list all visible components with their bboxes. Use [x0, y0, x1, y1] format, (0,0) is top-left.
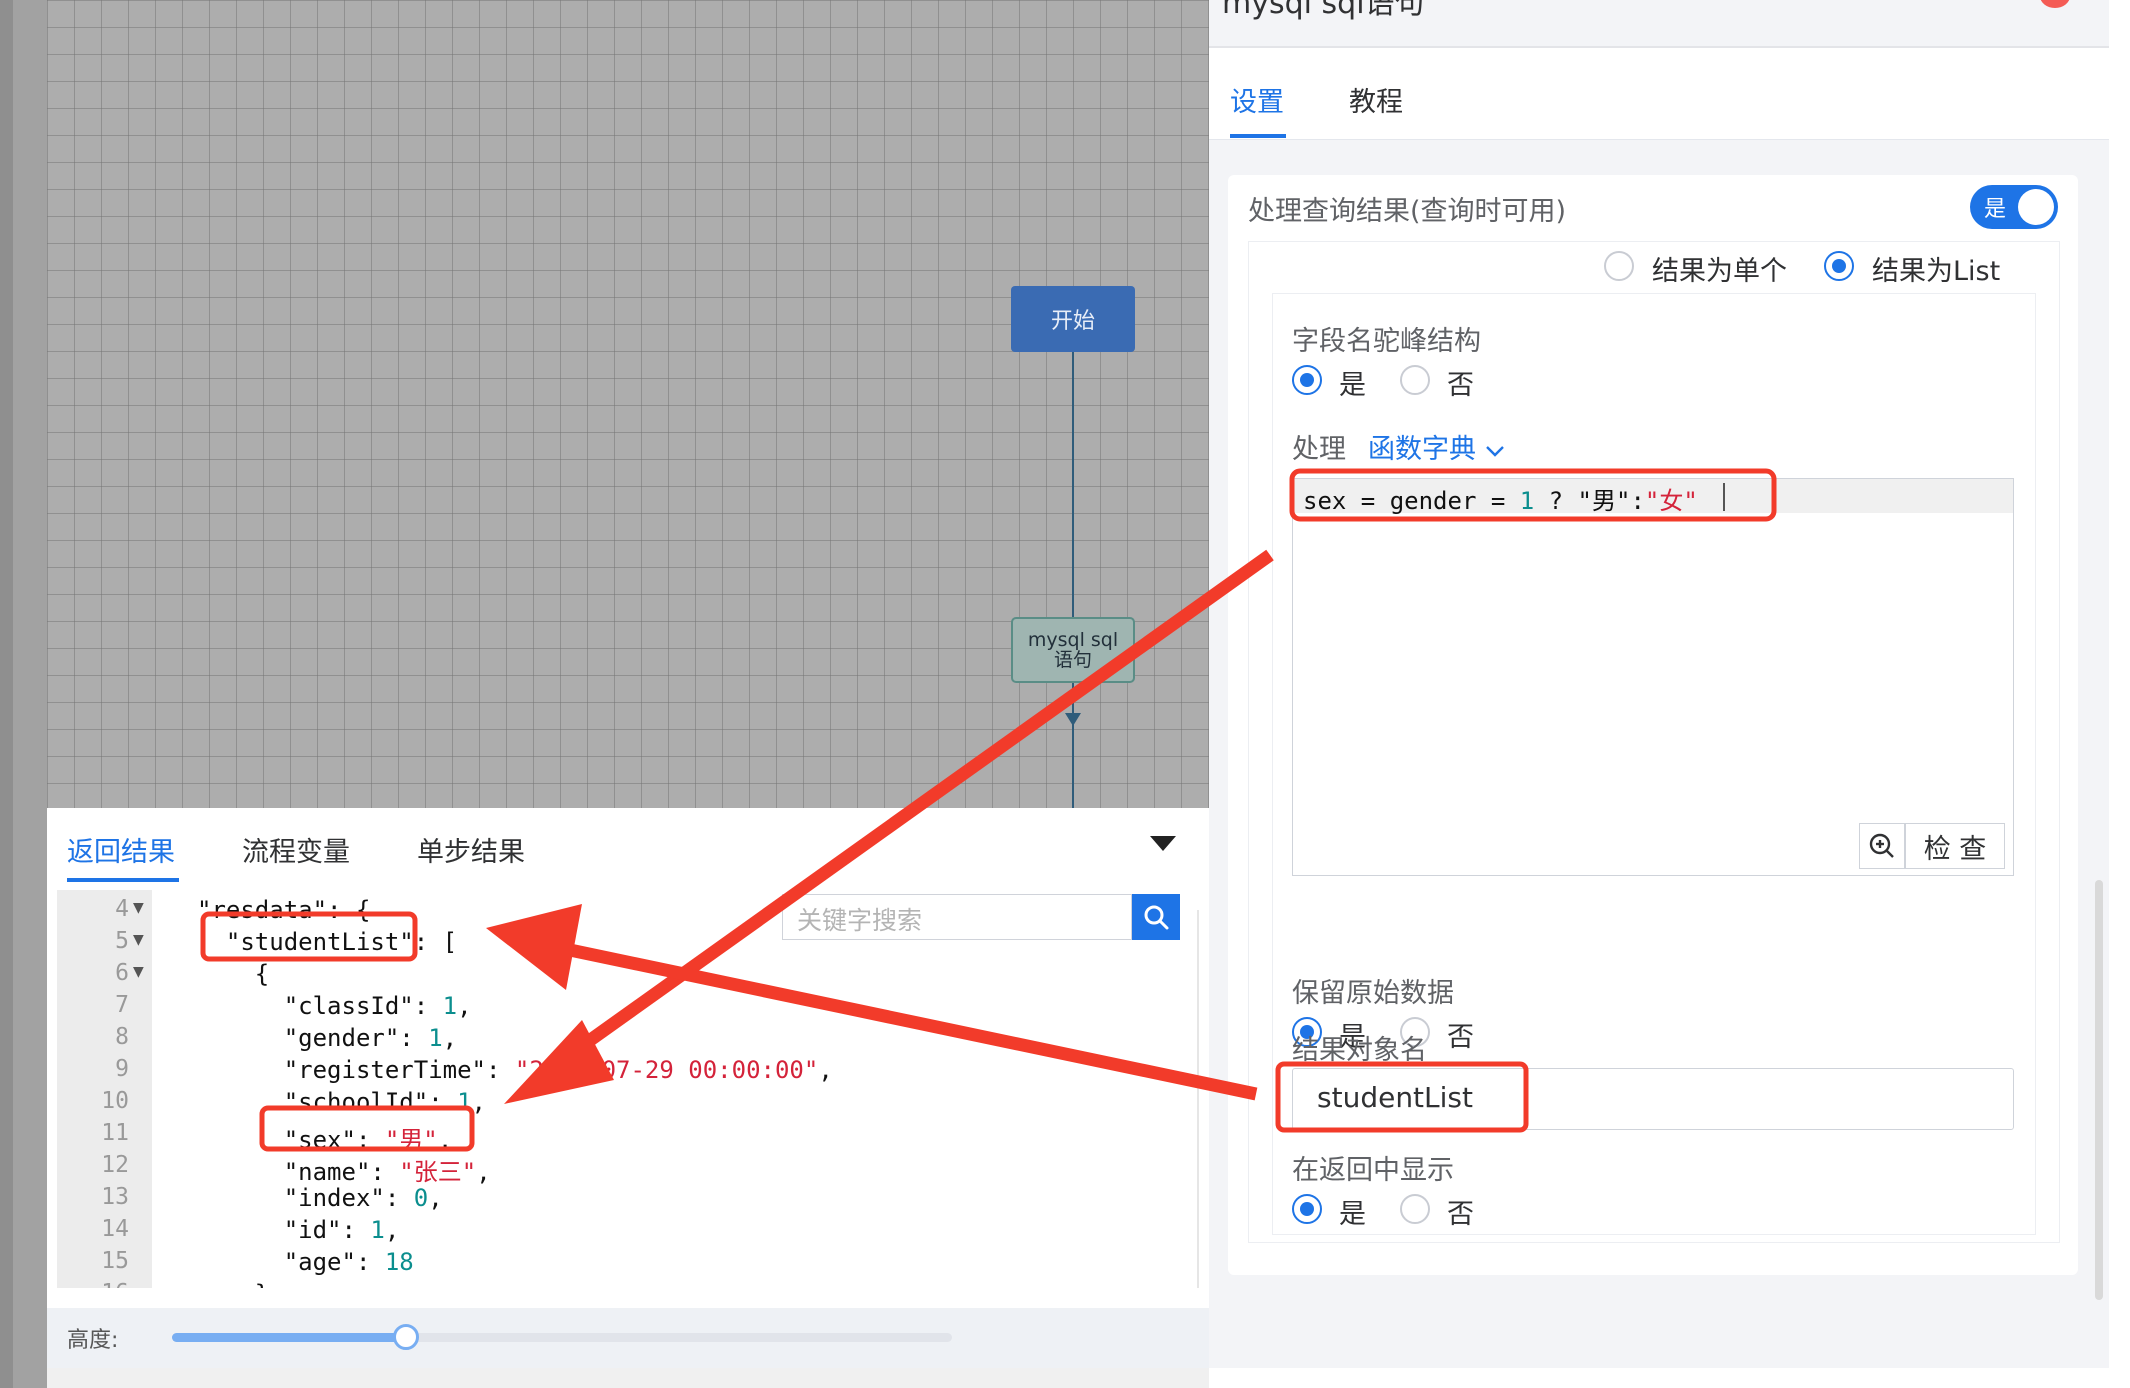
- code-line: "gender": 1,: [197, 1024, 458, 1052]
- code-line: }: [197, 1280, 269, 1288]
- text-cursor: [1723, 483, 1725, 511]
- flow-node-start[interactable]: 开始: [1011, 286, 1135, 352]
- tab-tutorial[interactable]: 教程: [1349, 80, 1403, 119]
- tab-settings[interactable]: 设置: [1230, 80, 1284, 119]
- tab-step-result[interactable]: 单步结果: [417, 830, 525, 869]
- code-line: "id": 1,: [197, 1216, 400, 1244]
- flow-node-mysql-label: mysql sql 语句: [1027, 629, 1119, 671]
- height-control: 高度:: [47, 1308, 1209, 1368]
- code-scrollbar[interactable]: [1197, 910, 1199, 1288]
- tab-flow-variables[interactable]: 流程变量: [242, 830, 350, 869]
- line-number: 15: [101, 1248, 129, 1274]
- line-number: 5: [115, 928, 129, 954]
- code-line: "age": 18: [197, 1248, 414, 1276]
- line-number: 6: [115, 960, 129, 986]
- dialog-title: mysql sql语句: [1222, 0, 1425, 21]
- fold-arrow-icon[interactable]: ▼: [133, 932, 144, 948]
- result-panel: 返回结果 流程变量 单步结果 4 ▼ 5 ▼ 6 ▼ 7 8 9 10 11 1…: [47, 808, 1209, 1368]
- zoom-in-icon: [1869, 833, 1894, 858]
- left-gutter: [13, 0, 47, 1388]
- radio-result-single[interactable]: [1604, 251, 1634, 281]
- keep-original-label: 保留原始数据: [1292, 978, 1454, 1009]
- line-number: 11: [101, 1120, 129, 1146]
- radio-show-yes[interactable]: [1292, 1194, 1322, 1224]
- function-dictionary-label: 函数字典: [1368, 434, 1476, 465]
- code-line: "classId": 1,: [197, 992, 472, 1020]
- code-line: {: [197, 960, 270, 988]
- result-object-name-label: 结果对象名: [1292, 1035, 1427, 1066]
- line-number: 14: [101, 1216, 129, 1242]
- search-icon: [1144, 905, 1169, 930]
- show-yes-label: 是: [1339, 1199, 1366, 1230]
- active-tab-indicator: [67, 878, 179, 882]
- chevron-down-icon: [1485, 446, 1504, 457]
- flow-canvas[interactable]: [47, 0, 1209, 808]
- keep-no-label: 否: [1447, 1022, 1474, 1053]
- height-slider-track[interactable]: [172, 1333, 952, 1342]
- camel-yes-label: 是: [1339, 370, 1366, 401]
- result-object-name-input[interactable]: studentList: [1292, 1068, 2014, 1130]
- active-tab-indicator: [1230, 134, 1286, 138]
- line-number: 12: [101, 1152, 129, 1178]
- check-button[interactable]: 检 查: [1905, 823, 2005, 869]
- camel-case-label: 字段名驼峰结构: [1292, 326, 1481, 357]
- editor-code-line: sex = gender = 1 ? "男":"女": [1303, 487, 1698, 515]
- result-single-label: 结果为单个: [1652, 256, 1787, 287]
- json-viewer[interactable]: 4 ▼ 5 ▼ 6 ▼ 7 8 9 10 11 12 13 14 15 16 "…: [57, 890, 1199, 1288]
- fold-arrow-icon[interactable]: ▼: [133, 900, 144, 916]
- collapse-caret-icon[interactable]: [1150, 836, 1176, 851]
- line-number: 7: [115, 992, 129, 1018]
- code-line: "index": 0,: [197, 1184, 443, 1212]
- height-slider-fill: [172, 1333, 406, 1342]
- dialog-scrollbar[interactable]: [2095, 880, 2103, 1300]
- line-number: 13: [101, 1184, 129, 1210]
- radio-show-no[interactable]: [1400, 1194, 1430, 1224]
- toggle-text: 是: [1984, 197, 2007, 222]
- code-line: "sex": "男",: [197, 1126, 453, 1154]
- code-line: "name": "张三",: [197, 1158, 491, 1186]
- show-in-return-label: 在返回中显示: [1292, 1155, 1454, 1186]
- code-line: "resdata": {: [197, 896, 371, 924]
- radio-camel-yes[interactable]: [1292, 365, 1322, 395]
- left-scroll-strip: [0, 0, 13, 1388]
- fold-arrow-icon[interactable]: ▼: [133, 964, 144, 980]
- flow-connectors: [1065, 352, 1081, 808]
- radio-camel-no[interactable]: [1400, 365, 1430, 395]
- height-label: 高度:: [67, 1328, 119, 1353]
- radio-result-list[interactable]: [1824, 251, 1854, 281]
- dialog-tabbar: 设置 教程: [1209, 48, 2109, 140]
- keyword-search-input[interactable]: 关键字搜索: [782, 894, 1132, 940]
- tab-return-result[interactable]: 返回结果: [67, 830, 175, 869]
- camel-no-label: 否: [1447, 370, 1474, 401]
- process-label: 处理: [1292, 434, 1346, 465]
- line-number: 9: [115, 1056, 129, 1082]
- toggle-knob: [2018, 189, 2054, 225]
- code-line: "schoolId": 1,: [197, 1088, 486, 1116]
- bottom-edge: [47, 1368, 1209, 1388]
- line-number: 4: [115, 896, 129, 922]
- line-number: 8: [115, 1024, 129, 1050]
- process-result-toggle[interactable]: 是: [1970, 185, 2058, 229]
- flow-node-mysql[interactable]: mysql sql 语句: [1011, 617, 1135, 683]
- code-line: "studentList": [: [197, 928, 458, 956]
- search-button[interactable]: [1132, 894, 1180, 940]
- function-dictionary-dropdown[interactable]: 函数字典: [1368, 427, 1505, 466]
- process-result-label: 处理查询结果(查询时可用): [1248, 196, 1567, 227]
- process-code-editor[interactable]: sex = gender = 1 ? "男":"女" 检 查: [1292, 478, 2014, 876]
- line-number: 16: [57, 1280, 129, 1288]
- show-no-label: 否: [1447, 1199, 1474, 1230]
- height-slider-thumb[interactable]: [393, 1324, 419, 1350]
- code-line: "registerTime": "2020-07-29 00:00:00",: [197, 1056, 833, 1084]
- result-list-label: 结果为List: [1872, 256, 2001, 287]
- zoom-in-button[interactable]: [1859, 823, 1905, 869]
- line-number: 10: [101, 1088, 129, 1114]
